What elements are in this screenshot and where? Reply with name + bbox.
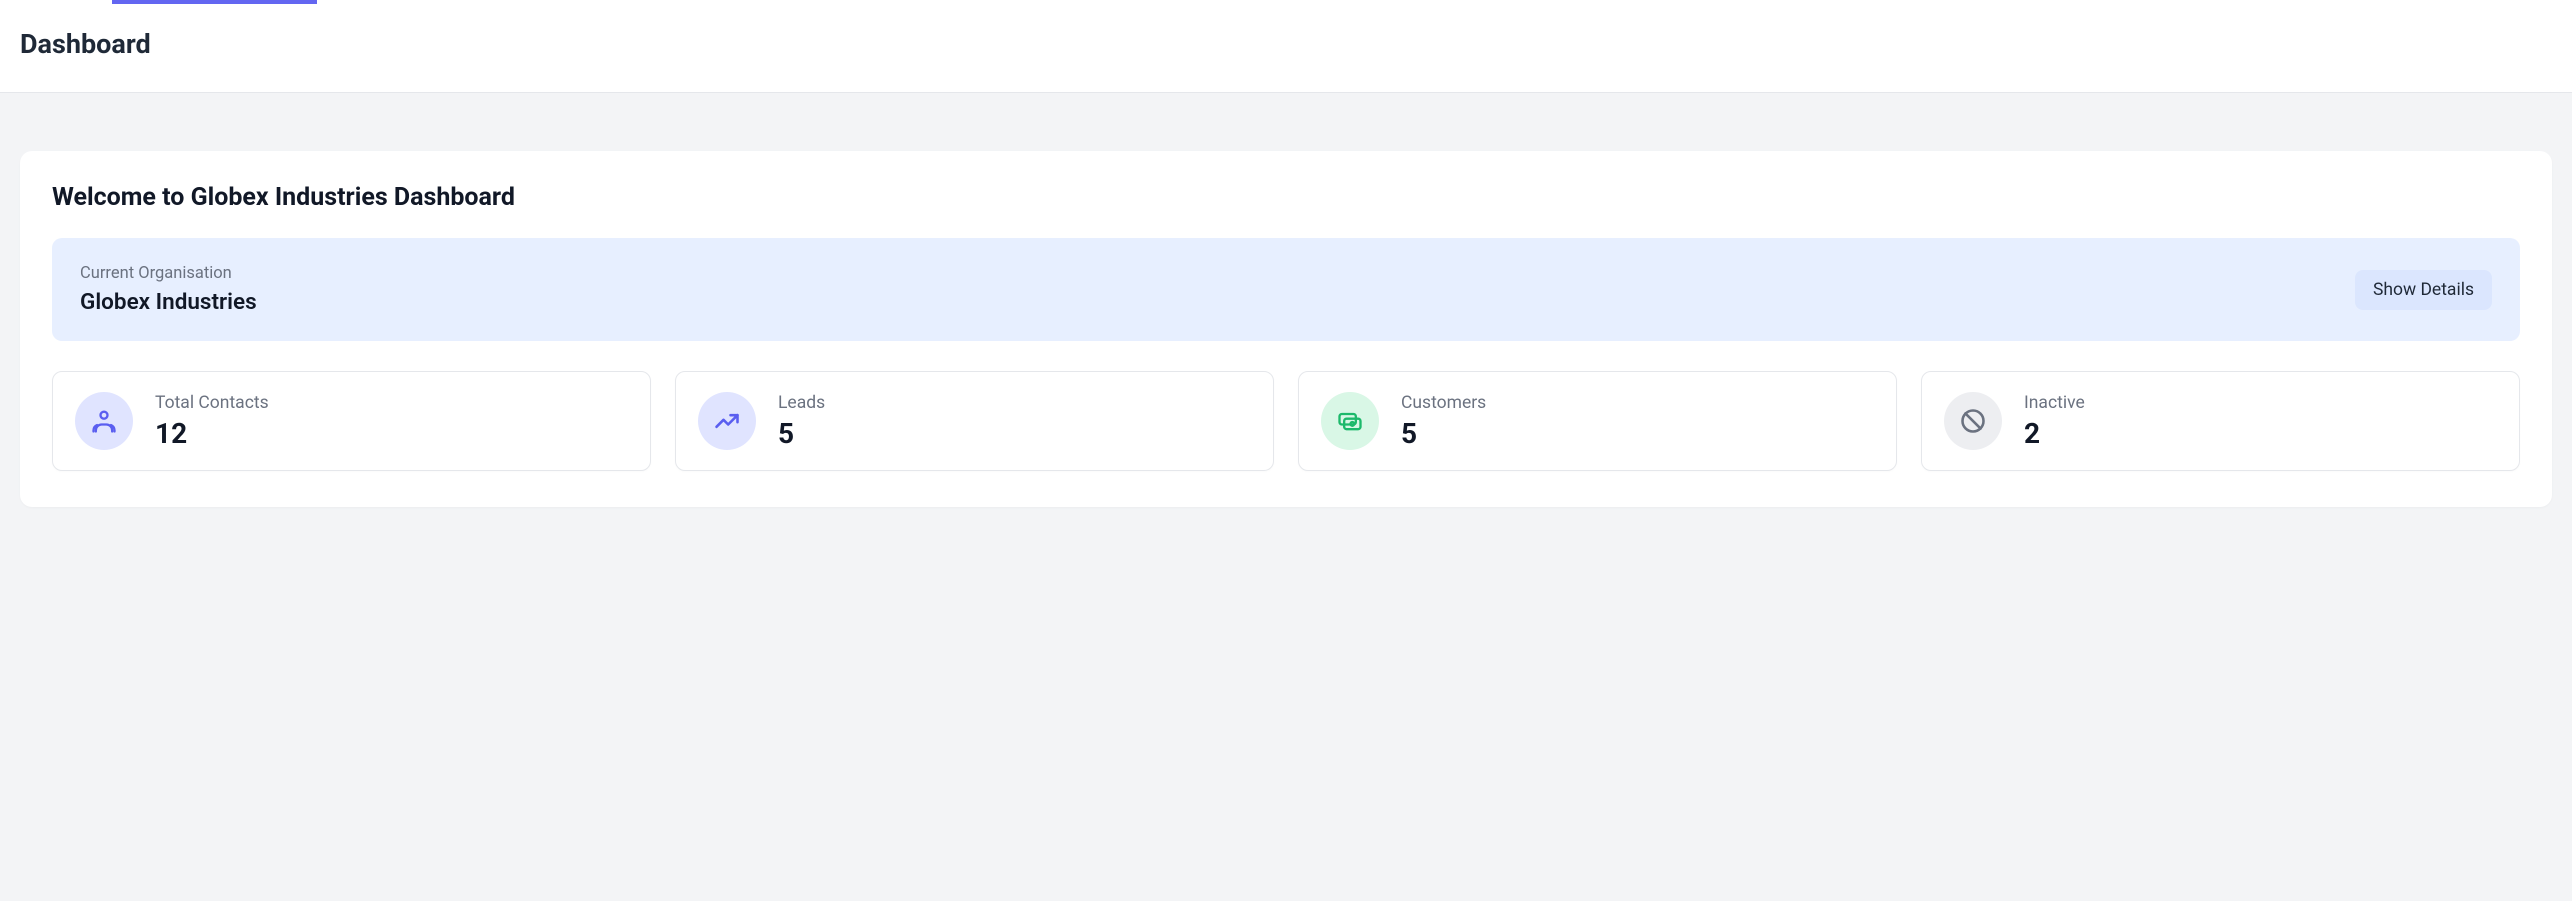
welcome-heading: Welcome to Globex Industries Dashboard [52,183,2520,212]
stat-value: 5 [778,417,825,450]
org-name: Globex Industries [80,289,257,315]
content-area: Welcome to Globex Industries Dashboard C… [0,93,2572,901]
stat-value: 2 [2024,417,2085,450]
stat-card-inactive: Inactive 2 [1921,371,2520,471]
stat-label: Customers [1401,393,1486,413]
org-label: Current Organisation [80,264,257,283]
stat-text: Customers 5 [1401,393,1486,450]
stat-text: Leads 5 [778,393,825,450]
org-banner: Current Organisation Globex Industries S… [52,238,2520,341]
stats-row: Total Contacts 12 Leads 5 [52,371,2520,471]
stat-value: 12 [155,417,269,450]
org-info: Current Organisation Globex Industries [80,264,257,315]
stat-card-leads: Leads 5 [675,371,1274,471]
page-title: Dashboard [20,28,2552,60]
stat-value: 5 [1401,417,1486,450]
trending-up-icon [698,392,756,450]
users-icon [75,392,133,450]
dashboard-panel: Welcome to Globex Industries Dashboard C… [20,151,2552,507]
stat-label: Total Contacts [155,393,269,413]
cash-icon [1321,392,1379,450]
stat-text: Total Contacts 12 [155,393,269,450]
show-details-button[interactable]: Show Details [2355,270,2492,310]
stat-label: Leads [778,393,825,413]
stat-text: Inactive 2 [2024,393,2085,450]
stat-card-customers: Customers 5 [1298,371,1897,471]
stat-label: Inactive [2024,393,2085,413]
page-header: Dashboard [0,4,2572,93]
stat-card-total-contacts: Total Contacts 12 [52,371,651,471]
ban-icon [1944,392,2002,450]
